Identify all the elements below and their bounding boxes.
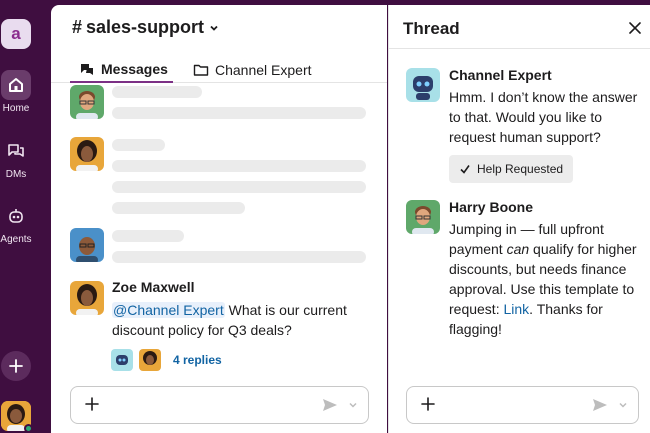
workspace-switcher[interactable]: a <box>1 19 31 49</box>
plus-icon <box>9 359 23 373</box>
skeleton-line <box>112 107 366 119</box>
avatar-small <box>139 349 161 371</box>
skeleton-line <box>112 230 184 242</box>
sidebar-item-label: Agents <box>0 234 32 245</box>
message-text: request: <box>449 301 504 317</box>
channel-tabs: Messages Channel Expert <box>51 55 387 83</box>
plus-icon[interactable] <box>83 395 101 413</box>
sidebar-item-home[interactable]: Home <box>0 70 32 114</box>
template-link[interactable]: Link <box>503 301 529 317</box>
message-text: approval. Use this template to <box>449 281 635 297</box>
skeleton-line <box>112 160 366 172</box>
message-text: to that. Would you like to <box>449 109 603 125</box>
thread-panel: Thread Channel Expert Hmm. I don’t know … <box>388 5 650 433</box>
tab-messages[interactable]: Messages <box>70 57 173 83</box>
message-text: payment <box>449 241 507 257</box>
close-icon[interactable] <box>626 19 644 37</box>
avatar[interactable] <box>70 228 104 262</box>
sidebar-item-label: Home <box>2 103 30 114</box>
plus-icon[interactable] <box>419 395 437 413</box>
workspace-initial: a <box>11 24 21 43</box>
chevron-down-icon[interactable] <box>348 400 358 410</box>
message-text: What is our current <box>224 302 347 318</box>
message-text: . Thanks for <box>529 301 603 317</box>
button-label: Help Requested <box>477 162 564 176</box>
sidebar-item-dms[interactable]: DMs <box>0 136 32 180</box>
dms-icon <box>1 136 31 166</box>
message-text: request human support? <box>449 129 601 145</box>
sidebar: a Home DMs Agents <box>0 0 50 433</box>
message-text: Jumping in — full upfront <box>449 221 604 237</box>
message-body: @Channel Expert What is our current disc… <box>112 300 382 340</box>
replies-link[interactable]: 4 replies <box>173 353 222 367</box>
skeleton-line <box>112 181 366 193</box>
tab-label: Channel Expert <box>215 62 312 78</box>
message-text: discount policy for Q3 deals? <box>112 322 292 338</box>
checkmark-icon <box>460 165 470 174</box>
message-text: can <box>506 241 530 257</box>
mention-link[interactable]: @Channel Expert <box>112 302 225 318</box>
channel-panel: # sales-support Messages Channel Expert … <box>51 5 387 433</box>
skeleton-line <box>112 251 366 263</box>
message-author[interactable]: Zoe Maxwell <box>112 279 194 295</box>
channel-header[interactable]: # sales-support <box>72 17 220 38</box>
avatar[interactable] <box>406 200 440 234</box>
folder-icon <box>193 64 209 76</box>
agents-icon <box>1 201 31 231</box>
chevron-down-icon[interactable] <box>618 400 628 410</box>
channel-name: sales-support <box>86 17 205 37</box>
send-icon[interactable] <box>592 398 608 412</box>
bot-name[interactable]: Channel Expert <box>449 67 552 83</box>
tab-channel-expert[interactable]: Channel Expert <box>193 57 312 83</box>
thread-title: Thread <box>403 19 460 38</box>
chevron-down-icon <box>210 25 218 31</box>
sidebar-item-label: DMs <box>5 169 27 180</box>
add-button[interactable] <box>1 351 31 381</box>
skeleton-line <box>112 139 165 151</box>
message-text: Hmm. I don’t know the answer <box>449 89 638 105</box>
message-composer[interactable] <box>70 386 369 424</box>
thread-composer[interactable] <box>406 386 639 424</box>
bot-message: Hmm. I don’t know the answer to that. Wo… <box>449 87 645 147</box>
tab-label: Messages <box>101 61 168 77</box>
sidebar-item-agents[interactable]: Agents <box>0 201 32 245</box>
message-text: qualify for higher <box>529 241 637 257</box>
avatar[interactable] <box>70 85 104 119</box>
message-text: flagging! <box>449 321 502 337</box>
messages-icon <box>81 64 93 75</box>
avatar[interactable] <box>70 137 104 171</box>
help-requested-button[interactable]: Help Requested <box>449 155 574 183</box>
skeleton-line <box>112 86 202 98</box>
bot-avatar[interactable] <box>406 68 440 102</box>
send-icon[interactable] <box>322 398 338 412</box>
skeleton-line <box>112 202 245 214</box>
bot-avatar-small <box>111 349 133 371</box>
home-icon <box>1 70 31 100</box>
thread-replies[interactable]: 4 replies <box>111 349 222 371</box>
reply-message: Jumping in — full upfront payment can qu… <box>449 219 647 339</box>
reply-author[interactable]: Harry Boone <box>449 199 533 215</box>
message-text: discounts, but needs finance <box>449 261 627 277</box>
presence-indicator <box>24 424 33 433</box>
divider <box>389 48 650 49</box>
avatar[interactable] <box>70 281 104 315</box>
hash-icon: # <box>72 17 83 37</box>
